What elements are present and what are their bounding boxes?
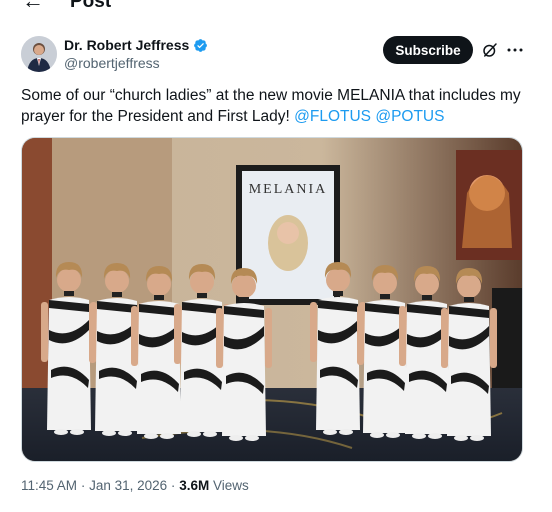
post-time[interactable]: 11:45 AM <box>21 478 77 493</box>
views-count: 3.6M <box>179 478 210 493</box>
more-dots-icon[interactable] <box>506 42 524 58</box>
tweet-photo[interactable]: MELANIA <box>21 137 523 462</box>
verified-badge-icon <box>194 38 208 52</box>
top-bar: ← Post <box>0 0 552 16</box>
author-name[interactable]: Dr. Robert Jeffress <box>64 37 208 53</box>
mention-flotus[interactable]: @FLOTUS <box>294 108 371 125</box>
grok-icon[interactable] <box>481 41 499 59</box>
mention-potus[interactable]: @POTUS <box>375 108 444 125</box>
poster-title: MELANIA <box>249 182 328 197</box>
page-title: Post <box>70 0 112 12</box>
post-timestamp: 11:45 AM · Jan 31, 2026 · 3.6M Views <box>21 478 249 493</box>
arrow-left-icon[interactable]: ← <box>22 0 44 12</box>
avatar[interactable] <box>21 36 57 72</box>
post-date[interactable]: Jan 31, 2026 <box>89 478 167 493</box>
subscribe-button[interactable]: Subscribe <box>383 36 473 64</box>
tweet-text: Some of our “church ladies” at the new m… <box>21 87 521 125</box>
author-handle[interactable]: @robertjeffress <box>64 55 160 71</box>
views-label: Views <box>212 478 249 493</box>
